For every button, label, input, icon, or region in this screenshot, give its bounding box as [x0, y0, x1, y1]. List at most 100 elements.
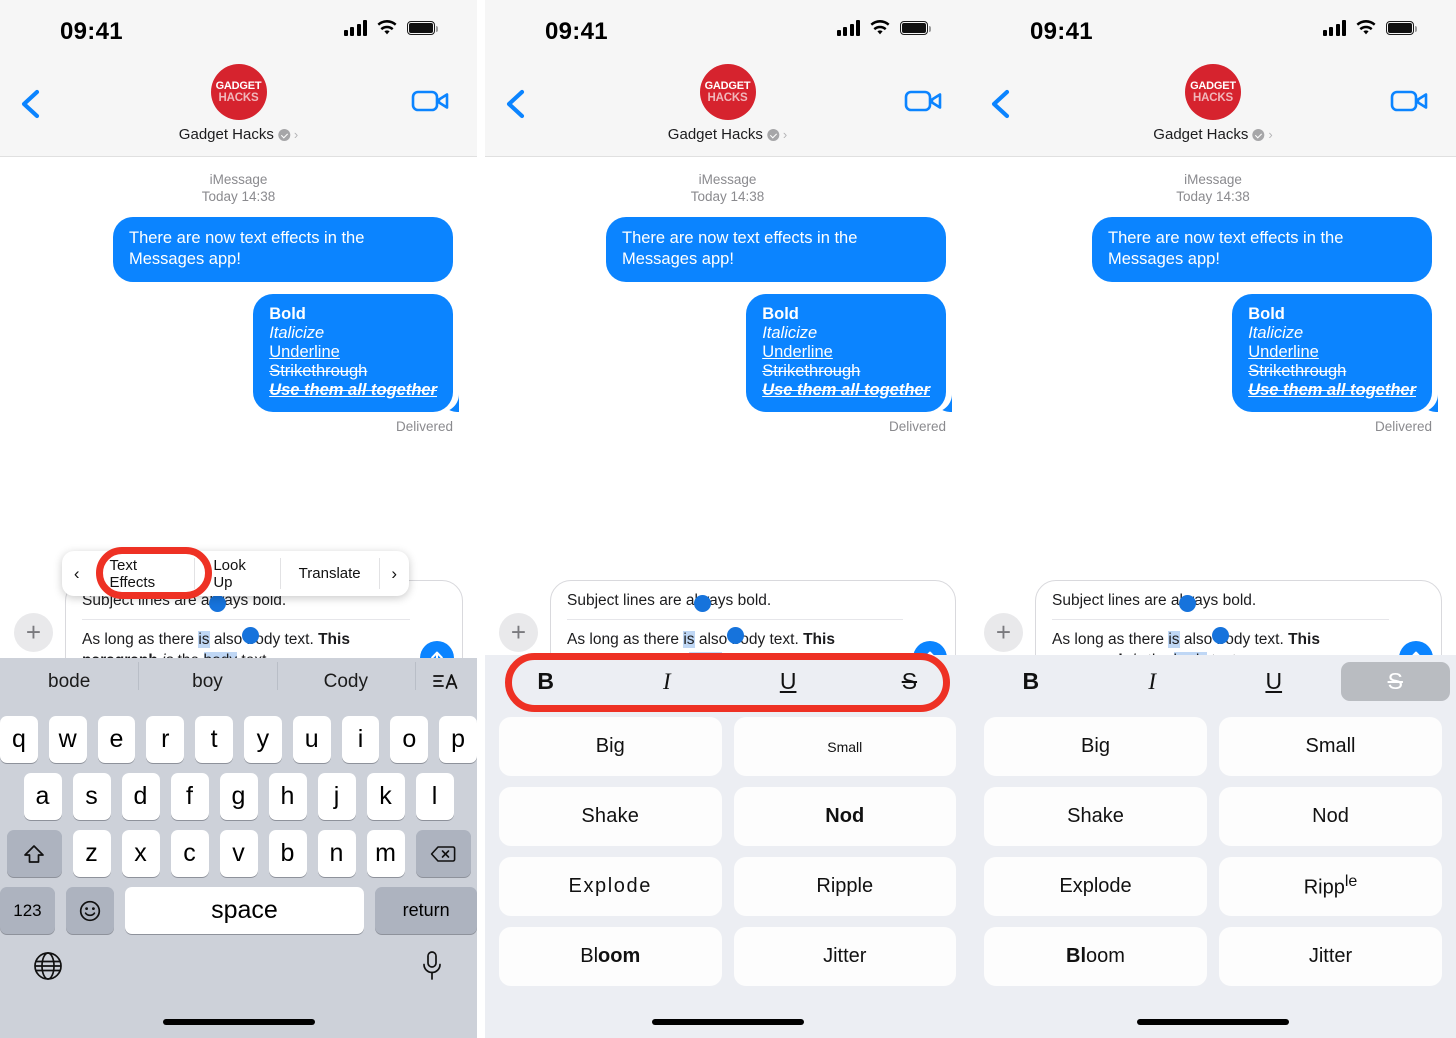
space-key[interactable]: space: [124, 887, 365, 934]
shift-arrow-icon[interactable]: [6, 830, 62, 877]
context-menu-item-translate[interactable]: Translate: [281, 551, 379, 596]
panel-1: 09:41 GADGET HACKS Gadget Hacks › iMessa…: [0, 0, 477, 1038]
strikethrough-button[interactable]: S: [855, 662, 964, 701]
effect-nod[interactable]: Nod: [1219, 787, 1442, 846]
suggestion-bar: bode boy Cody: [0, 658, 477, 706]
effect-explode[interactable]: Explode: [499, 857, 722, 916]
message-bubble[interactable]: There are now text effects in the Messag…: [113, 217, 453, 282]
context-menu-next-button[interactable]: ›: [380, 551, 409, 596]
selection-handle-end[interactable]: [242, 627, 259, 644]
effect-nod[interactable]: Nod: [733, 787, 956, 846]
effect-small[interactable]: Small: [1219, 717, 1442, 776]
effect-jitter[interactable]: Jitter: [733, 927, 956, 986]
underline-button[interactable]: U: [734, 662, 843, 701]
suggestion-3[interactable]: Cody: [276, 662, 415, 693]
strikethrough-button[interactable]: S: [1340, 662, 1450, 701]
key-i[interactable]: i: [341, 716, 380, 763]
context-menu-item-look-up[interactable]: Look Up: [195, 551, 279, 596]
plus-icon[interactable]: +: [984, 612, 1023, 652]
key-h[interactable]: h: [268, 773, 307, 820]
numbers-key[interactable]: 123: [0, 887, 55, 934]
key-u[interactable]: u: [292, 716, 331, 763]
key-v[interactable]: v: [219, 830, 258, 877]
emoji-smiley-icon[interactable]: [65, 887, 114, 934]
message-bubble-effects[interactable]: Bold Italicize Underline Strikethrough U…: [253, 294, 453, 412]
key-k[interactable]: k: [366, 773, 405, 820]
contact-header[interactable]: Gadget Hacks ›: [179, 126, 298, 143]
key-o[interactable]: o: [390, 716, 429, 763]
effect-label: Jitter: [823, 945, 867, 967]
plus-icon[interactable]: +: [499, 612, 538, 652]
key-q[interactable]: q: [0, 716, 38, 763]
effect-ripple[interactable]: Ripple: [1219, 857, 1442, 916]
effect-bloom[interactable]: Bloom: [499, 927, 722, 986]
message-bubble-effects[interactable]: Bold Italicize Underline Strikethrough U…: [746, 294, 946, 412]
effect-shake[interactable]: Shake: [984, 787, 1207, 846]
backspace-delete-icon[interactable]: [415, 830, 471, 877]
italic-button[interactable]: I: [612, 662, 721, 701]
bold-button[interactable]: B: [976, 662, 1086, 701]
effect-explode[interactable]: Explode: [984, 857, 1207, 916]
avatar[interactable]: GADGET HACKS: [1185, 64, 1241, 120]
message-bubble-effects[interactable]: Bold Italicize Underline Strikethrough U…: [1232, 294, 1432, 412]
key-j[interactable]: j: [317, 773, 356, 820]
key-w[interactable]: w: [48, 716, 87, 763]
key-p[interactable]: p: [439, 716, 477, 763]
cellular-bars-icon: [836, 20, 860, 36]
avatar[interactable]: GADGET HACKS: [699, 64, 756, 120]
key-y[interactable]: y: [244, 716, 282, 763]
key-l[interactable]: l: [415, 773, 454, 820]
effect-big[interactable]: Big: [984, 717, 1207, 776]
text-format-icon[interactable]: [414, 662, 477, 693]
contact-header[interactable]: Gadget Hacks ›: [1153, 126, 1272, 143]
effect-shake[interactable]: Shake: [499, 787, 722, 846]
selection-handle-start[interactable]: [209, 595, 226, 612]
context-menu: ‹ Text Effects Look Up Translate ›: [62, 551, 409, 596]
key-n[interactable]: n: [317, 830, 356, 877]
bold-button[interactable]: B: [491, 662, 600, 701]
key-s[interactable]: s: [72, 773, 111, 820]
key-a[interactable]: a: [23, 773, 62, 820]
context-menu-prev-button[interactable]: ‹: [62, 551, 91, 596]
selection-handle-start[interactable]: [1179, 595, 1196, 612]
key-m[interactable]: m: [366, 830, 405, 877]
underline-button[interactable]: U: [1219, 662, 1329, 701]
effect-ripple[interactable]: Ripple: [733, 857, 956, 916]
italic-button[interactable]: I: [1098, 662, 1208, 701]
key-z[interactable]: z: [72, 830, 111, 877]
effect-big[interactable]: Big: [499, 717, 722, 776]
key-t[interactable]: t: [195, 716, 233, 763]
key-b[interactable]: b: [268, 830, 307, 877]
microphone-icon[interactable]: [419, 950, 445, 987]
key-r[interactable]: r: [146, 716, 185, 763]
back-button[interactable]: [988, 84, 1024, 124]
back-button[interactable]: [18, 84, 54, 124]
contact-header[interactable]: Gadget Hacks ›: [668, 126, 787, 143]
context-menu-item-text-effects[interactable]: Text Effects: [91, 551, 194, 596]
line-bold: Bold: [1248, 305, 1285, 323]
facetime-video-icon[interactable]: [411, 86, 451, 116]
facetime-video-icon[interactable]: [904, 86, 944, 116]
key-f[interactable]: f: [170, 773, 209, 820]
suggestion-2[interactable]: boy: [138, 662, 276, 693]
avatar[interactable]: GADGET HACKS: [210, 64, 267, 120]
selection-handle-end[interactable]: [727, 627, 744, 644]
key-x[interactable]: x: [121, 830, 160, 877]
key-e[interactable]: e: [97, 716, 136, 763]
key-c[interactable]: c: [170, 830, 209, 877]
selection-handle-end[interactable]: [1212, 627, 1229, 644]
key-g[interactable]: g: [219, 773, 258, 820]
plus-icon[interactable]: +: [14, 612, 53, 652]
selection-handle-start[interactable]: [694, 595, 711, 612]
suggestion-1[interactable]: bode: [0, 671, 138, 693]
key-d[interactable]: d: [121, 773, 160, 820]
facetime-video-icon[interactable]: [1390, 86, 1430, 116]
effect-bloom[interactable]: Bloom: [984, 927, 1207, 986]
back-button[interactable]: [503, 84, 539, 124]
message-bubble[interactable]: There are now text effects in the Messag…: [1092, 217, 1432, 282]
effect-jitter[interactable]: Jitter: [1219, 927, 1442, 986]
globe-language-icon[interactable]: [32, 950, 64, 987]
effect-small[interactable]: Small: [733, 717, 956, 776]
return-key[interactable]: return: [375, 887, 477, 934]
message-bubble[interactable]: There are now text effects in the Messag…: [606, 217, 946, 282]
